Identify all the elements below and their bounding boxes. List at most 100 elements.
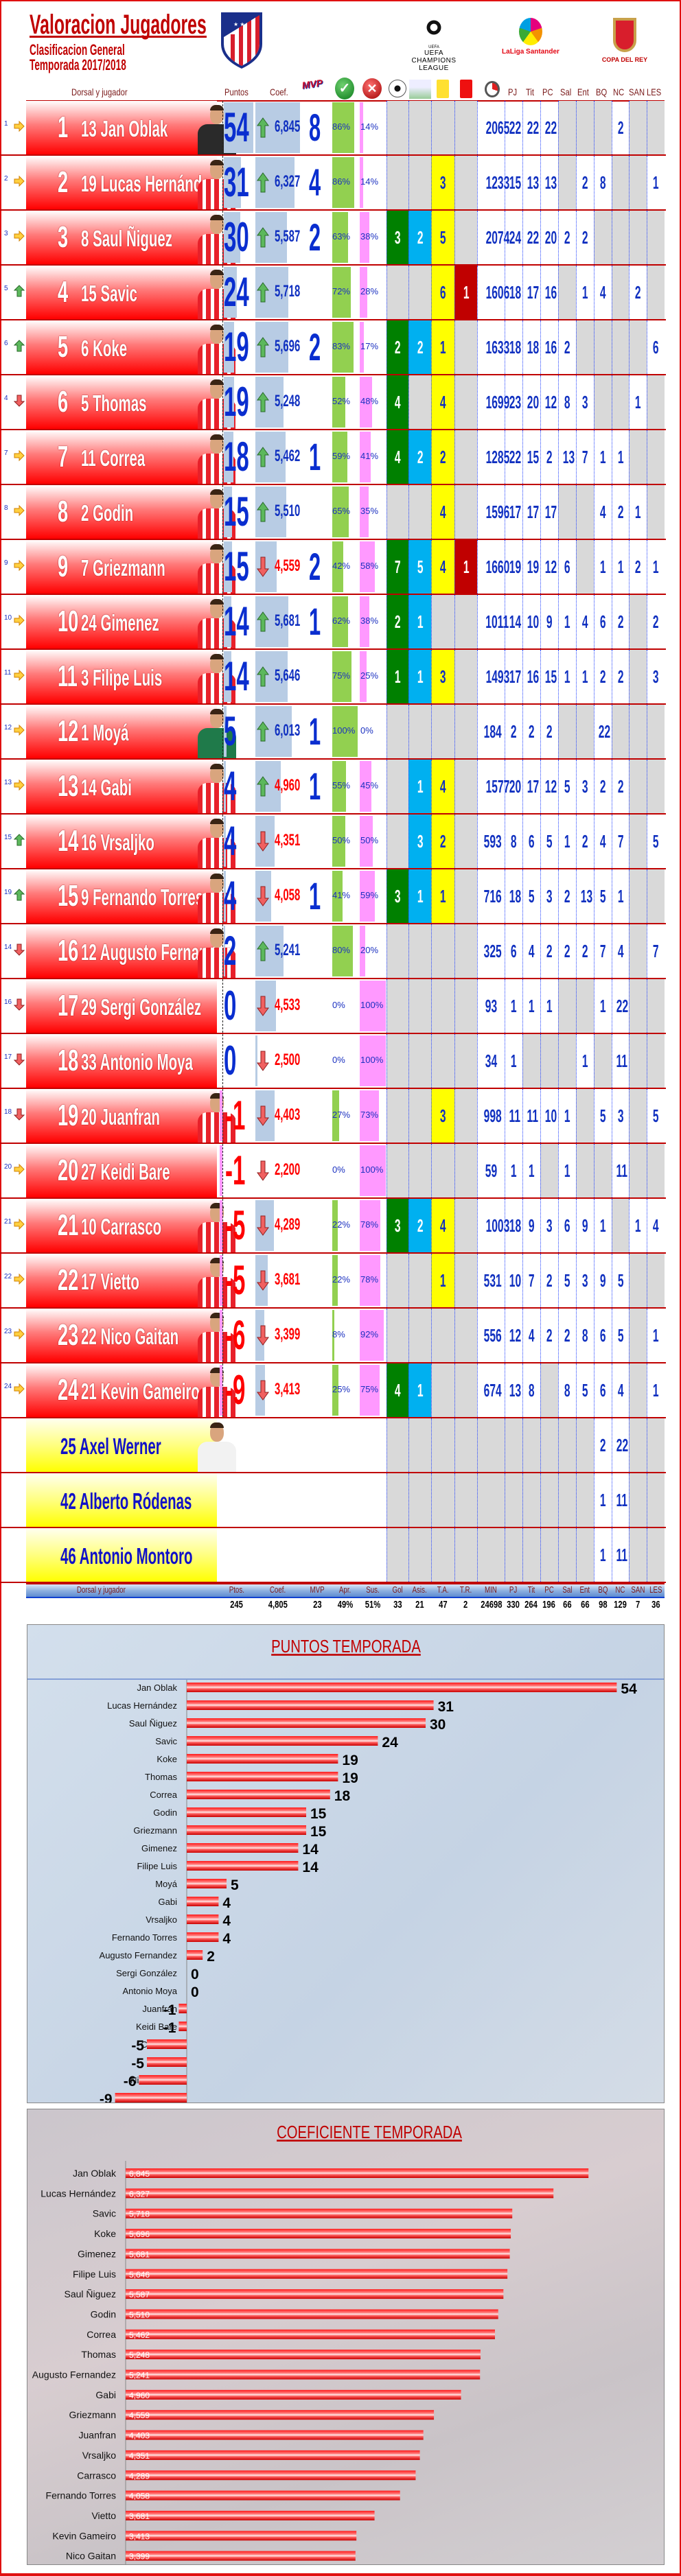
player-name-box[interactable]: 13 14 Gabi [26,760,236,813]
player-name-box[interactable]: 2 19 Lucas Hernández [26,156,236,209]
trend-right-arrow-icon [14,1273,25,1285]
player-name: 20 Juanfran [81,1104,208,1130]
stat-value: 17 [509,502,522,522]
stat-gol: 3 [386,1199,408,1252]
points-bar [220,1090,222,1141]
previous-rank: 15 [4,834,12,841]
player-name-box[interactable]: 7 11 Correa [26,430,236,484]
stat-value: 2 [417,337,424,358]
player-name-box[interactable]: 19 20 Juanfran [26,1089,236,1143]
coefficient-value: 3,399 [275,1325,316,1344]
data-label: 5,681 [129,2249,150,2259]
stat-san [629,101,647,154]
stat-value: 2 [417,227,424,248]
stat-min: 1577 [477,760,509,813]
stat-sal: 5 [558,760,576,813]
stat-pc: 12 [540,760,558,813]
coef-text: 5,241 [275,941,301,959]
player-name-box[interactable]: 15 9 Fernando Torres [26,869,236,923]
player-name-box[interactable]: 9 7 Griezmann [26,540,236,594]
footer-label: LES [647,1584,665,1595]
player-name-box[interactable]: 12 1 Moyá [26,705,236,758]
table-row: 16 17 29 Sergi González 0 4,533 0% 100% 93 1 1 1 1 2… [0,979,666,1034]
player-name-box[interactable]: 5 6 Koke [26,320,236,374]
stat-value: 1 [600,447,606,467]
category-label: Koke [94,2228,116,2239]
stat-tit [522,1034,540,1088]
player-dorsal-name: 10 Carrasco [81,1214,162,1239]
player-name-box[interactable]: 18 33 Antonio Moya [26,1034,217,1088]
footer-label-text: SAN [631,1584,645,1595]
stat-value: 10 [544,1105,557,1126]
player-name-box[interactable]: 17 29 Sergi González [26,979,217,1033]
coefficient-value: 5,510 [275,502,316,521]
player-name-box[interactable]: 4 15 Savic [26,266,236,319]
player-name-box[interactable]: 21 10 Carrasco [26,1199,236,1252]
column-separator [222,156,223,209]
coefficient-value: 5,241 [275,941,316,960]
stat-value: 5 [617,1270,624,1291]
coef-up-arrow-icon [257,337,269,358]
player-name-box[interactable]: 42 Alberto Ródenas [26,1473,217,1527]
points-value: 0 [224,1037,246,1085]
stat-asis [408,1473,431,1527]
player-name-box[interactable]: 6 5 Thomas [26,375,236,429]
stat-value: 2 [546,941,553,961]
player-name-box[interactable]: 24 21 Kevin Gameiro [26,1363,236,1417]
player-name-box[interactable]: 10 24 Gimenez [26,595,236,648]
stat-value: 3 [440,172,446,193]
player-name-box[interactable]: 3 8 Saul Ñiguez [26,211,236,264]
category-label: Fernando Torres [46,2490,116,2501]
player-name-box[interactable]: 11 3 Filipe Luis [26,650,236,703]
approval-pct: 62% [332,616,351,626]
footer-total-text: 196 [542,1599,556,1611]
footer-total: 196 [540,1599,558,1611]
rank-number: 8 [58,495,74,529]
points-text: -1 [225,1147,246,1193]
stat-value: 1 [395,666,401,687]
player-name-box[interactable]: 23 22 Nico Gaitan [26,1309,236,1362]
data-label: 15 [310,1806,327,1822]
player-name-box[interactable]: 22 17 Vietto [26,1254,236,1307]
footer-total-text: 47 [438,1599,448,1611]
table-row: 23 23 22 Nico Gaitan -6 3,399 8% 92% 556 12 4 2 2 8 6… [0,1309,666,1363]
rank-text: 15 [58,879,79,913]
stat-min: 34 [477,1034,505,1088]
footer-label: Ent [576,1584,594,1595]
footer-label: SAN [629,1584,647,1595]
stat-bq: 1 [594,979,612,1033]
player-name-box[interactable]: 14 16 Vrsaljko [26,815,236,868]
table-row-unused: 42 Alberto Ródenas 1 11 [0,1473,666,1528]
stat-min: 325 [477,924,505,978]
column-separator [222,924,223,978]
data-label: 5,587 [129,2290,150,2299]
stat-bq [594,1034,612,1088]
stat-les [647,705,665,758]
stat-ta [431,705,454,758]
header-coef: Coef. [270,86,288,97]
stat-asis: 1 [408,595,431,648]
player-name-box[interactable]: 8 2 Godin [26,485,236,539]
header-nc: NC [612,86,629,97]
stat-tr [454,1473,477,1527]
player-name-box[interactable]: 46 Antonio Montoro [26,1528,217,1582]
stat-pc: 10 [540,1089,558,1143]
footer-total-text: 4,805 [268,1599,288,1611]
stat-pj: 19 [505,540,522,594]
player-name-box[interactable]: 16 12 Augusto Fernandez [26,924,236,978]
stat-tit: 17 [522,266,540,319]
player-name-box[interactable]: 20 27 Keidi Bare [26,1144,217,1197]
stat-value: 593 [483,831,502,852]
stat-asis: 3 [408,815,431,868]
stat-value: 2 [653,611,659,632]
footer-total: 24698 [477,1599,505,1611]
fail-pct: 20% [360,945,379,955]
fail-pct: 50% [360,835,379,845]
footer-total: 49% [332,1599,358,1611]
player-name-box[interactable]: 25 Axel Werner [26,1418,236,1472]
player-name-box[interactable]: 1 13 Jan Oblak [26,101,236,154]
stat-bq [594,101,612,154]
fail-pct: 38% [360,616,379,626]
coef-up-arrow-icon [257,666,269,687]
footer-label-text: LES [649,1584,662,1595]
